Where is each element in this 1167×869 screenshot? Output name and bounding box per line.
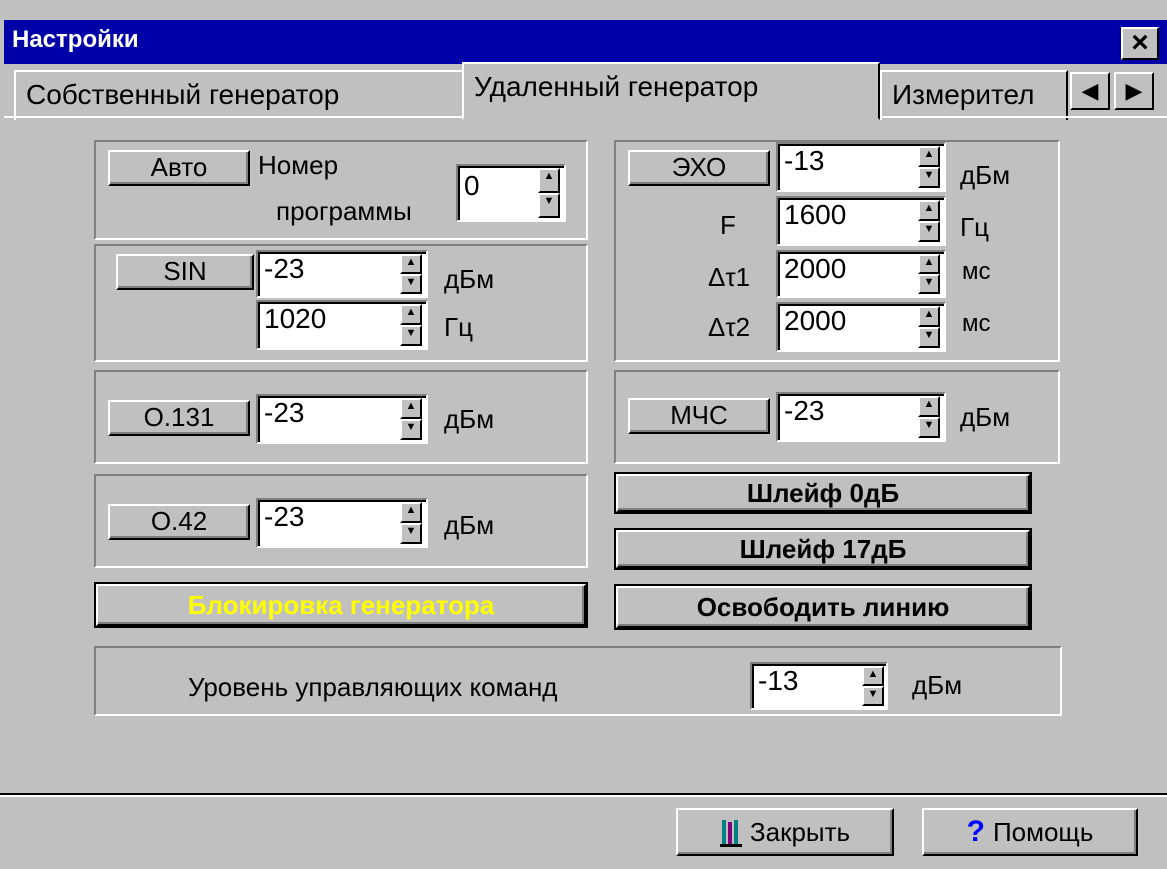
spin-down-icon[interactable]: ▼ bbox=[400, 274, 422, 294]
mchs-level-spinner[interactable]: ▲ ▼ bbox=[918, 396, 940, 438]
spin-up-icon[interactable]: ▲ bbox=[918, 254, 940, 274]
echo-dt1-label: Δτ1 bbox=[708, 262, 751, 292]
sin-level-spinner[interactable]: ▲ ▼ bbox=[400, 254, 422, 294]
spin-up-icon[interactable]: ▲ bbox=[918, 146, 940, 167]
spin-down-icon[interactable]: ▼ bbox=[862, 686, 884, 706]
tab-own-generator[interactable]: Собственный генератор bbox=[14, 70, 464, 120]
tab-remote-generator[interactable]: Удаленный генератор bbox=[462, 62, 880, 120]
spin-down-icon[interactable]: ▼ bbox=[918, 221, 940, 242]
spin-down-icon[interactable]: ▼ bbox=[400, 419, 422, 440]
spin-up-icon[interactable]: ▲ bbox=[400, 254, 422, 274]
tab-scroll-right-button[interactable]: ▶ bbox=[1114, 72, 1154, 110]
release-line-button[interactable]: Освободить линию bbox=[616, 586, 1030, 628]
auto-button[interactable]: Авто bbox=[108, 150, 250, 186]
control-level-spinner[interactable]: ▲ ▼ bbox=[862, 666, 884, 706]
echo-frequency-unit: Гц bbox=[960, 212, 989, 242]
tab-meter[interactable]: Измерител bbox=[880, 70, 1068, 120]
sin-frequency-unit: Гц bbox=[444, 312, 473, 342]
control-level-unit: дБм bbox=[912, 670, 963, 700]
close-button[interactable]: Закрыть bbox=[676, 808, 894, 856]
spin-up-icon[interactable]: ▲ bbox=[918, 306, 940, 327]
o131-level-unit: дБм bbox=[444, 404, 495, 434]
control-level-label: Уровень управляющих команд bbox=[188, 672, 558, 702]
spin-up-icon[interactable]: ▲ bbox=[918, 396, 940, 417]
program-number-label-1: Номер bbox=[258, 150, 339, 180]
loop-0db-button[interactable]: Шлейф 0дБ bbox=[616, 474, 1030, 512]
spin-up-icon[interactable]: ▲ bbox=[862, 666, 884, 686]
footer-divider-highlight bbox=[0, 795, 1167, 797]
o42-level-unit: дБм bbox=[444, 510, 495, 540]
sin-frequency-spinner[interactable]: ▲ ▼ bbox=[400, 304, 422, 346]
title-bar bbox=[4, 20, 1167, 64]
spin-down-icon[interactable]: ▼ bbox=[918, 417, 940, 438]
o131-button[interactable]: О.131 bbox=[108, 400, 250, 436]
echo-dt2-spinner[interactable]: ▲ ▼ bbox=[918, 306, 940, 348]
help-button-label: Помощь bbox=[992, 817, 1094, 847]
spin-down-icon[interactable]: ▼ bbox=[400, 523, 422, 544]
program-number-spinner[interactable]: ▲ ▼ bbox=[538, 168, 560, 218]
sin-level-unit: дБм bbox=[444, 264, 495, 294]
echo-button[interactable]: ЭХО bbox=[628, 150, 770, 186]
program-number-label-2: программы bbox=[276, 196, 412, 226]
spin-up-icon[interactable]: ▲ bbox=[918, 200, 940, 221]
echo-dt2-label: Δτ2 bbox=[708, 312, 751, 342]
spin-up-icon[interactable]: ▲ bbox=[538, 168, 560, 193]
echo-dt1-spinner[interactable]: ▲ ▼ bbox=[918, 254, 940, 294]
mchs-button[interactable]: МЧС bbox=[628, 398, 770, 434]
echo-f-label: F bbox=[720, 210, 736, 240]
spin-down-icon[interactable]: ▼ bbox=[918, 167, 940, 188]
tab-scroll-left-button[interactable]: ◀ bbox=[1070, 72, 1110, 110]
echo-frequency-spinner[interactable]: ▲ ▼ bbox=[918, 200, 940, 242]
window-title: Настройки bbox=[12, 26, 139, 53]
sin-button[interactable]: SIN bbox=[116, 254, 254, 290]
spin-down-icon[interactable]: ▼ bbox=[918, 274, 940, 294]
echo-level-unit: дБм bbox=[960, 160, 1011, 190]
o131-level-spinner[interactable]: ▲ ▼ bbox=[400, 398, 422, 440]
spin-down-icon[interactable]: ▼ bbox=[918, 327, 940, 348]
spin-up-icon[interactable]: ▲ bbox=[400, 502, 422, 523]
spin-down-icon[interactable]: ▼ bbox=[538, 193, 560, 218]
echo-dt2-unit: мс bbox=[962, 310, 991, 337]
spin-up-icon[interactable]: ▲ bbox=[400, 304, 422, 325]
question-mark-icon: ? bbox=[966, 815, 985, 848]
spin-up-icon[interactable]: ▲ bbox=[400, 398, 422, 419]
door-exit-icon bbox=[719, 817, 742, 847]
echo-level-spinner[interactable]: ▲ ▼ bbox=[918, 146, 940, 188]
o42-button[interactable]: О.42 bbox=[108, 504, 250, 540]
mchs-level-unit: дБм bbox=[960, 402, 1011, 432]
spin-down-icon[interactable]: ▼ bbox=[400, 325, 422, 346]
loop-17db-button[interactable]: Шлейф 17дБ bbox=[616, 530, 1030, 568]
block-generator-button[interactable]: Блокировка генератора bbox=[96, 584, 586, 626]
echo-dt1-unit: мс bbox=[962, 258, 991, 285]
close-button-label: Закрыть bbox=[749, 817, 851, 847]
close-window-button[interactable]: × bbox=[1121, 27, 1159, 60]
help-button[interactable]: ? Помощь bbox=[922, 808, 1138, 856]
o42-level-spinner[interactable]: ▲ ▼ bbox=[400, 502, 422, 544]
